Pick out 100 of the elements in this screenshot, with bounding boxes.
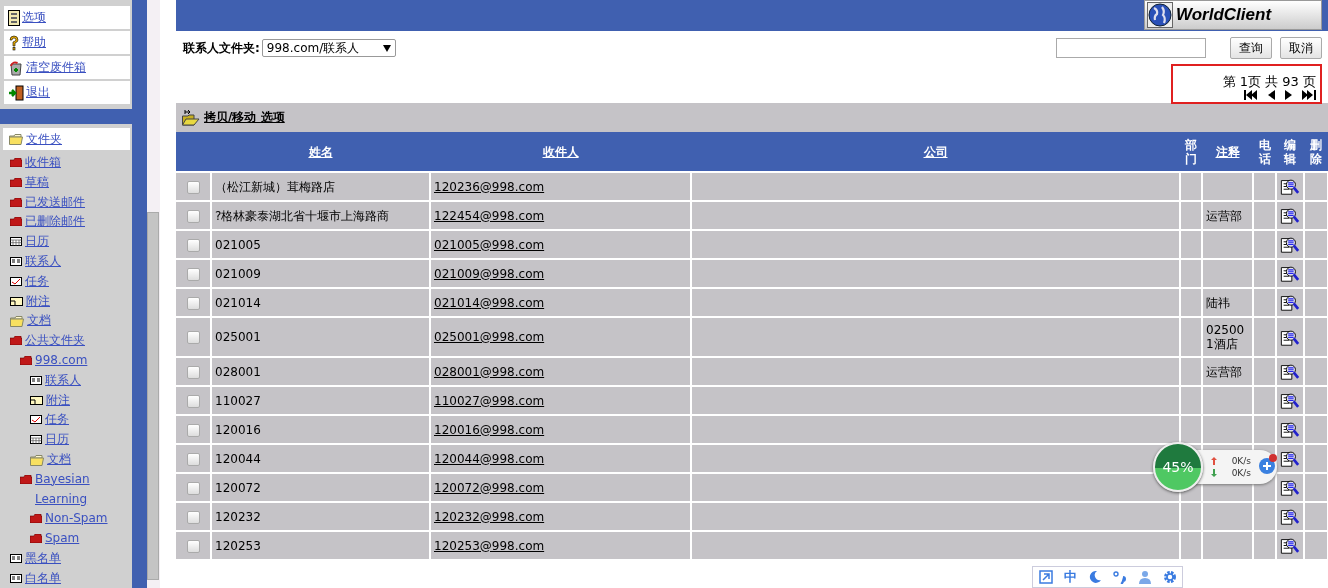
edit-document-icon[interactable]: [1280, 391, 1300, 410]
edit-document-icon[interactable]: [1280, 449, 1300, 468]
folder-link[interactable]: 任务: [45, 410, 69, 431]
folder-link[interactable]: 附注: [46, 390, 70, 411]
column-header-link[interactable]: 注释: [1215, 144, 1240, 159]
up-arrow-icon: [1211, 457, 1217, 465]
folder-link[interactable]: 附注: [26, 291, 50, 312]
folder-link[interactable]: 已删除邮件: [25, 212, 85, 233]
down-arrow-icon: [1211, 469, 1217, 477]
folder-link[interactable]: Non-Spam: [45, 509, 108, 530]
row-checkbox[interactable]: [186, 296, 200, 310]
edit-document-icon[interactable]: [1280, 264, 1300, 283]
column-header: 删除: [1310, 137, 1322, 166]
folder-link[interactable]: Spam: [45, 529, 80, 549]
search-field[interactable]: [1056, 38, 1206, 58]
first-page-icon[interactable]: [1244, 90, 1258, 100]
name-cell: 110027: [215, 393, 261, 408]
edit-document-icon[interactable]: [1280, 478, 1300, 497]
edit-document-icon[interactable]: [1280, 420, 1300, 439]
folder-link[interactable]: 联系人: [45, 370, 81, 391]
row-checkbox[interactable]: [186, 238, 200, 252]
folder-dropdown[interactable]: 998.com/联系人: [261, 39, 396, 57]
moon-icon[interactable]: [1087, 570, 1102, 584]
folder-link[interactable]: 已发送邮件: [25, 192, 85, 213]
row-checkbox[interactable]: [186, 539, 200, 553]
contact-card-icon: [10, 573, 22, 583]
row-checkbox[interactable]: [186, 452, 200, 466]
name-cell: 025001: [215, 330, 261, 344]
row-checkbox[interactable]: [186, 267, 200, 281]
name-cell: 021014: [215, 295, 261, 310]
note-cell: 运营部: [1206, 208, 1242, 223]
row-checkbox[interactable]: [186, 510, 200, 524]
folder-icon: [30, 454, 44, 466]
name-cell: ?格林豪泰湖北省十堰市上海路商: [215, 208, 390, 223]
arrow-box-icon[interactable]: [1038, 570, 1053, 584]
column-header: 部门: [1185, 137, 1197, 166]
folder-icon: [10, 316, 24, 328]
folder-link[interactable]: 联系人: [25, 252, 61, 272]
row-checkbox[interactable]: [186, 331, 200, 344]
edit-document-icon[interactable]: [1280, 177, 1300, 196]
scrollbar[interactable]: [147, 0, 160, 588]
folder-link[interactable]: 日历: [45, 430, 69, 450]
folder-link[interactable]: Bayesian Learning: [35, 469, 115, 510]
name-cell: （松江新城）茸梅路店: [215, 179, 335, 194]
name-cell: 120072: [215, 480, 261, 495]
menu-link[interactable]: 退出: [26, 84, 50, 101]
folder-icon: [10, 197, 22, 207]
row-checkbox[interactable]: [186, 394, 200, 408]
row-checkbox[interactable]: [186, 365, 200, 379]
row-checkbox[interactable]: [186, 423, 200, 437]
user-icon[interactable]: [1137, 570, 1152, 584]
contact-card-icon: [10, 257, 22, 266]
column-header-link[interactable]: 收件人: [542, 144, 579, 159]
email-link[interactable]: 025001@998.com: [434, 330, 545, 344]
folder-link[interactable]: 文档: [27, 311, 51, 332]
plus-icon[interactable]: [1258, 453, 1278, 475]
folder-link[interactable]: 日历: [25, 232, 49, 252]
folder-icon: [10, 217, 22, 227]
folder-icon: [30, 534, 42, 544]
folder-link[interactable]: 文档: [47, 449, 71, 470]
globe-icon: [1147, 2, 1173, 28]
calendar-icon: [10, 237, 22, 247]
edit-document-icon[interactable]: [1280, 362, 1300, 381]
column-header-link[interactable]: 公司: [923, 144, 948, 159]
punctuation-icon[interactable]: [1112, 570, 1127, 584]
toolbar-button[interactable]: 查询: [1230, 37, 1272, 59]
folder-label: 联系人文件夹:: [183, 39, 260, 57]
next-page-icon[interactable]: [1285, 90, 1292, 100]
row-checkbox[interactable]: [186, 481, 200, 495]
row-checkbox[interactable]: [186, 180, 200, 194]
folder-icon: [20, 355, 32, 365]
chinese-mode-toggle[interactable]: 中: [1063, 568, 1077, 586]
edit-document-icon[interactable]: [1280, 206, 1300, 225]
edit-document-icon[interactable]: [1280, 507, 1300, 526]
settings-icon[interactable]: [1162, 570, 1177, 584]
column-header-link[interactable]: 姓名: [308, 144, 333, 159]
last-page-icon[interactable]: [1302, 90, 1316, 100]
calendar-icon: [30, 435, 42, 445]
edit-document-icon[interactable]: [1280, 235, 1300, 254]
scrollbar-thumb[interactable]: [147, 212, 159, 580]
folder-link[interactable]: 黑名单: [25, 548, 61, 569]
folder-link[interactable]: 草稿: [25, 172, 49, 193]
row-checkbox[interactable]: [186, 209, 200, 223]
folder-link[interactable]: 收件箱: [25, 153, 61, 173]
folder-link[interactable]: 公共文件夹: [25, 331, 85, 351]
trash-can-icon: [8, 59, 24, 76]
edit-document-icon[interactable]: [1280, 536, 1300, 555]
door-icon: [8, 84, 24, 101]
list-icon: [8, 9, 20, 26]
menu-link[interactable]: 帮助: [22, 34, 46, 51]
toolbar-button[interactable]: 取消: [1280, 37, 1322, 59]
name-cell: 120232: [215, 509, 261, 524]
previous-page-icon[interactable]: [1268, 90, 1275, 100]
menu-link[interactable]: 选项: [22, 9, 46, 26]
copy-move-link[interactable]: 拷贝/移动 选项: [204, 109, 285, 126]
folder-link[interactable]: 998.com: [35, 350, 88, 371]
edit-document-icon[interactable]: [1280, 293, 1300, 312]
folder-link[interactable]: 任务: [25, 271, 49, 292]
folder-link[interactable]: 白名单: [25, 568, 61, 588]
upload-speed: 0K/s: [1231, 456, 1251, 466]
